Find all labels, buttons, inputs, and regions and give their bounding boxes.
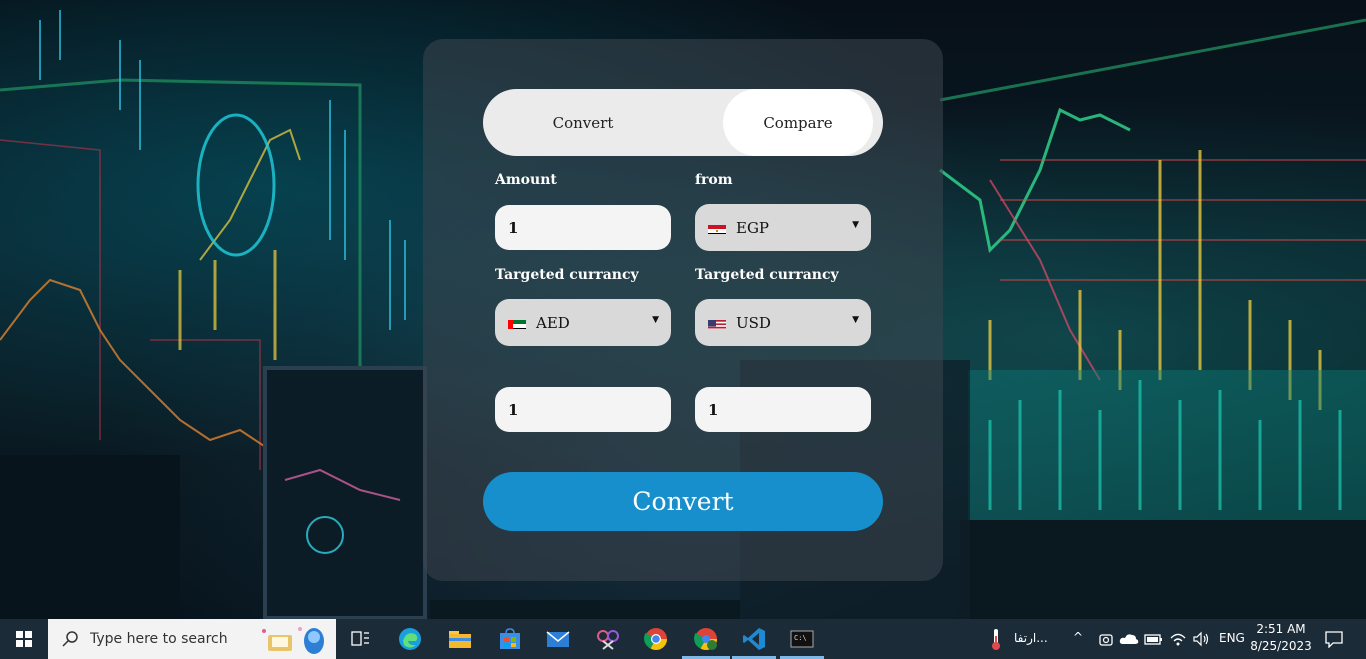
microsoft-store-icon[interactable] [496, 625, 524, 653]
file-explorer-icon[interactable] [446, 625, 474, 653]
from-currency-value: EGP [736, 218, 770, 237]
edge-browser-icon[interactable] [396, 625, 424, 653]
notifications-icon[interactable] [1320, 625, 1348, 653]
converter-card: Convert Compare Amount from EGP ▼ Target… [423, 39, 943, 581]
windows-taskbar: Type here to search C:\ ارتفا... ^ ENG 2… [0, 619, 1366, 659]
vscode-icon[interactable] [740, 625, 768, 653]
weather-thermometer-icon[interactable] [982, 625, 1010, 653]
convert-button[interactable]: Convert [483, 472, 883, 531]
caret-down-icon: ▼ [652, 315, 659, 325]
tab-compare[interactable]: Compare [723, 89, 873, 156]
result2-field[interactable] [695, 387, 871, 432]
mode-toggle: Convert Compare [483, 89, 883, 156]
chrome-icon[interactable] [642, 625, 670, 653]
from-label: from [695, 172, 733, 188]
terminal-icon[interactable]: C:\ [788, 625, 816, 653]
search-icon [62, 631, 78, 647]
show-hidden-icons-icon[interactable]: ^ [1073, 630, 1083, 644]
amount-label: Amount [495, 172, 557, 188]
target1-currency-select[interactable]: AED ▼ [495, 299, 671, 346]
target2-currency-value: USD [736, 313, 771, 332]
clock[interactable]: 2:51 AM 8/25/2023 [1250, 621, 1312, 655]
target1-label: Targeted currancy [495, 267, 639, 283]
caret-down-icon: ▼ [852, 220, 859, 230]
result1-field[interactable] [495, 387, 671, 432]
volume-icon[interactable] [1187, 625, 1215, 653]
snipping-tool-icon[interactable] [594, 625, 622, 653]
search-placeholder: Type here to search [90, 631, 228, 647]
weather-text[interactable]: ارتفا... [1014, 631, 1048, 645]
tab-convert[interactable]: Convert [483, 89, 683, 156]
chrome-profile-icon[interactable] [692, 625, 720, 653]
search-highlight-icon [256, 623, 328, 659]
task-view-icon[interactable] [346, 625, 374, 653]
clock-time: 2:51 AM [1256, 622, 1306, 636]
language-indicator[interactable]: ENG [1219, 631, 1245, 645]
target1-currency-value: AED [536, 313, 570, 332]
from-currency-select[interactable]: EGP ▼ [695, 204, 871, 251]
target2-currency-select[interactable]: USD ▼ [695, 299, 871, 346]
onedrive-cloud-icon[interactable] [1115, 625, 1143, 653]
start-button[interactable] [0, 619, 48, 659]
taskbar-search-box[interactable]: Type here to search [48, 619, 336, 659]
amount-input[interactable] [495, 205, 671, 250]
mail-icon[interactable] [544, 625, 572, 653]
egypt-flag-icon [708, 222, 726, 234]
usa-flag-icon [708, 317, 726, 329]
target2-label: Targeted currancy [695, 267, 839, 283]
uae-flag-icon [508, 317, 526, 329]
clock-date: 8/25/2023 [1250, 639, 1312, 653]
svg-text:C:\: C:\ [794, 634, 807, 642]
windows-logo-icon [16, 631, 32, 647]
caret-down-icon: ▼ [852, 315, 859, 325]
